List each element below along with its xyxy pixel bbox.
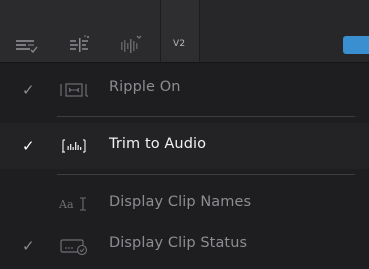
menu-item-label: Display Clip Status [109, 235, 248, 251]
checkmark-icon: ✓ [22, 137, 35, 155]
clip-names-icon: Aa [58, 195, 89, 213]
menu-item-ripple-on[interactable]: ✓ Ripple On [0, 66, 369, 112]
menu-item-label: Ripple On [109, 79, 181, 95]
ripple-icon [59, 81, 89, 99]
svg-text:Aa: Aa [59, 198, 74, 211]
timeline-view-options-icon[interactable] [14, 34, 40, 56]
menu-separator [57, 174, 355, 175]
menu-item-display-clip-status[interactable]: ✓ Display Clip Status [0, 223, 369, 269]
menu-separator [57, 116, 355, 117]
menu-item-trim-to-audio[interactable]: ✓ Trim to Audio [0, 123, 369, 169]
clip-status-icon [59, 237, 89, 256]
accent-button[interactable] [343, 36, 369, 54]
timeline-toolbar: V2 [0, 0, 369, 62]
track-selector[interactable] [160, 0, 200, 62]
checkmark-icon: ✓ [22, 81, 35, 99]
trim-audio-icon [59, 137, 89, 155]
checkmark-icon: ✓ [22, 237, 35, 255]
audio-waveform-icon[interactable] [118, 34, 144, 56]
snapping-icon[interactable] [66, 34, 92, 56]
menu-item-label: Trim to Audio [109, 136, 207, 152]
track-label: V2 [173, 39, 186, 49]
menu-item-label: Display Clip Names [109, 194, 252, 210]
menu-item-display-clip-names[interactable]: Aa Display Clip Names [0, 181, 369, 227]
timeline-options-menu: ✓ Ripple On ✓ Trim to Audio Aa Display C… [0, 63, 369, 267]
